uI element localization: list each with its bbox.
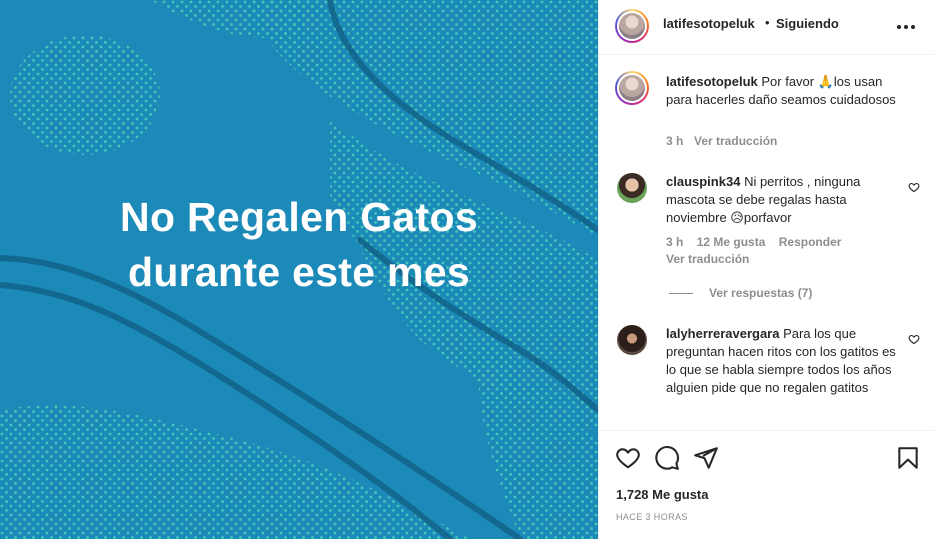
post-actions: 1,728 Me gusta HACE 3 HORAS [599, 430, 934, 539]
caption-avatar[interactable] [615, 71, 649, 105]
comment-username[interactable]: lalyherreravergara [666, 326, 779, 341]
likes-count[interactable]: 1,728 Me gusta [616, 487, 709, 502]
caption-text-block: latifesotopeluk Por favor 🙏los usan para… [666, 73, 898, 109]
caption-age[interactable]: 3 h [666, 134, 683, 148]
comment-username[interactable]: clauspink34 [666, 174, 740, 189]
comment-icon[interactable] [654, 445, 680, 471]
post-sidebar: latifesotopeluk • Siguiendo latifesotope… [598, 0, 934, 539]
comment-translate-link[interactable]: Ver traducción [666, 252, 749, 266]
caption-meta: 3 h [666, 134, 693, 148]
comment-avatar[interactable] [617, 325, 647, 355]
comment-text-block: lalyherreravergara Para los que pregunta… [666, 325, 898, 397]
header-separator: • [765, 15, 770, 30]
comment-age[interactable]: 3 h [666, 235, 683, 249]
follow-status-button[interactable]: Siguiendo [776, 16, 839, 31]
share-send-icon[interactable] [693, 445, 719, 471]
post-headline: No Regalen Gatos durante este mes [0, 190, 598, 300]
save-bookmark-icon[interactable] [895, 445, 921, 471]
replies-line [669, 293, 693, 295]
headline-line-2: durante este mes [127, 249, 471, 295]
comment-avatar[interactable] [617, 173, 647, 203]
view-replies-label: Ver respuestas (7) [709, 286, 813, 300]
post-image[interactable]: No Regalen Gatos durante este mes [0, 0, 598, 539]
headline-line-1: No Regalen Gatos [120, 194, 478, 240]
like-heart-icon[interactable] [615, 445, 641, 471]
comment-reply-button[interactable]: Responder [779, 235, 842, 249]
post-header: latifesotopeluk • Siguiendo [599, 0, 934, 55]
caption-translate-link[interactable]: Ver traducción [694, 134, 777, 148]
more-horizontal-icon[interactable] [895, 16, 917, 38]
author-avatar[interactable] [615, 9, 649, 43]
comments-list[interactable]: latifesotopeluk Por favor 🙏los usan para… [599, 56, 934, 430]
comment-like-heart-icon[interactable] [908, 333, 920, 345]
view-replies-button[interactable]: Ver respuestas (7) [669, 286, 812, 300]
comment-likes[interactable]: 12 Me gusta [697, 235, 766, 249]
author-username[interactable]: latifesotopeluk [663, 16, 755, 31]
comment-text-block: clauspink34 Ni perritos , ninguna mascot… [666, 173, 898, 227]
comment-meta: 3 h 12 Me gusta Responder [666, 235, 851, 249]
posted-ago[interactable]: HACE 3 HORAS [616, 512, 688, 522]
caption-username[interactable]: latifesotopeluk [666, 74, 758, 89]
comment-like-heart-icon[interactable] [908, 181, 920, 193]
